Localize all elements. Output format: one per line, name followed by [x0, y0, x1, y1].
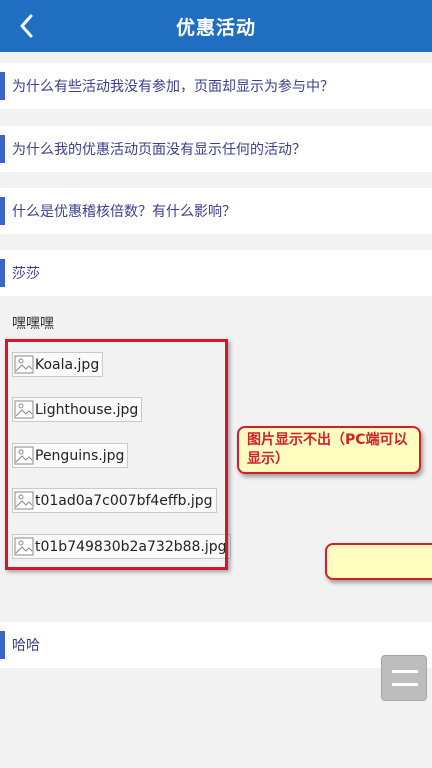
faq-question: 为什么我的优惠活动页面没有显示任何的活动？ [12, 142, 306, 158]
faq-item[interactable]: 为什么我的优惠活动页面没有显示任何的活动？ [0, 126, 432, 172]
accent-bar [0, 197, 5, 225]
faq-item-expanded[interactable]: 莎莎 [0, 250, 432, 296]
hamburger-menu-icon [392, 670, 418, 673]
annotation-highlight-box [5, 339, 228, 570]
accent-bar [0, 72, 5, 100]
annotation-callout: 图片显示不出（PC端可以显示） [237, 426, 421, 474]
faq-item[interactable]: 哈哈 [0, 622, 432, 668]
faq-item[interactable]: 为什么有些活动我没有参加，页面却显示为参与中？ [0, 63, 432, 109]
accent-bar [0, 135, 5, 163]
faq-question: 什么是优惠稽核倍数？有什么影响？ [12, 204, 236, 220]
accent-bar [0, 631, 5, 659]
faq-question: 哈哈 [12, 638, 40, 654]
page-title: 优惠活动 [175, 17, 256, 39]
header-bar: 优惠活动 [0, 0, 432, 52]
faq-item[interactable]: 什么是优惠稽核倍数？有什么影响？ [0, 188, 432, 234]
faq-question: 为什么有些活动我没有参加，页面却显示为参与中？ [12, 79, 334, 95]
floating-menu-button[interactable] [381, 655, 427, 701]
answer-text: 嘿嘿嘿 [12, 316, 54, 332]
hamburger-line [392, 683, 418, 686]
annotation-callout-empty [325, 543, 432, 580]
accent-bar [0, 259, 5, 287]
faq-question: 莎莎 [12, 266, 40, 282]
